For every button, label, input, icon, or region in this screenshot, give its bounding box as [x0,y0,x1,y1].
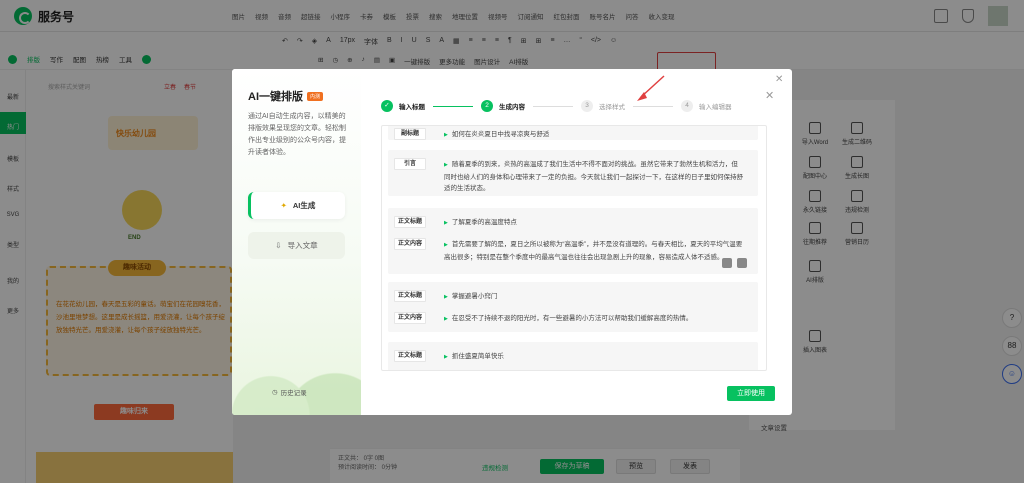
annotation-arrow [637,75,665,101]
